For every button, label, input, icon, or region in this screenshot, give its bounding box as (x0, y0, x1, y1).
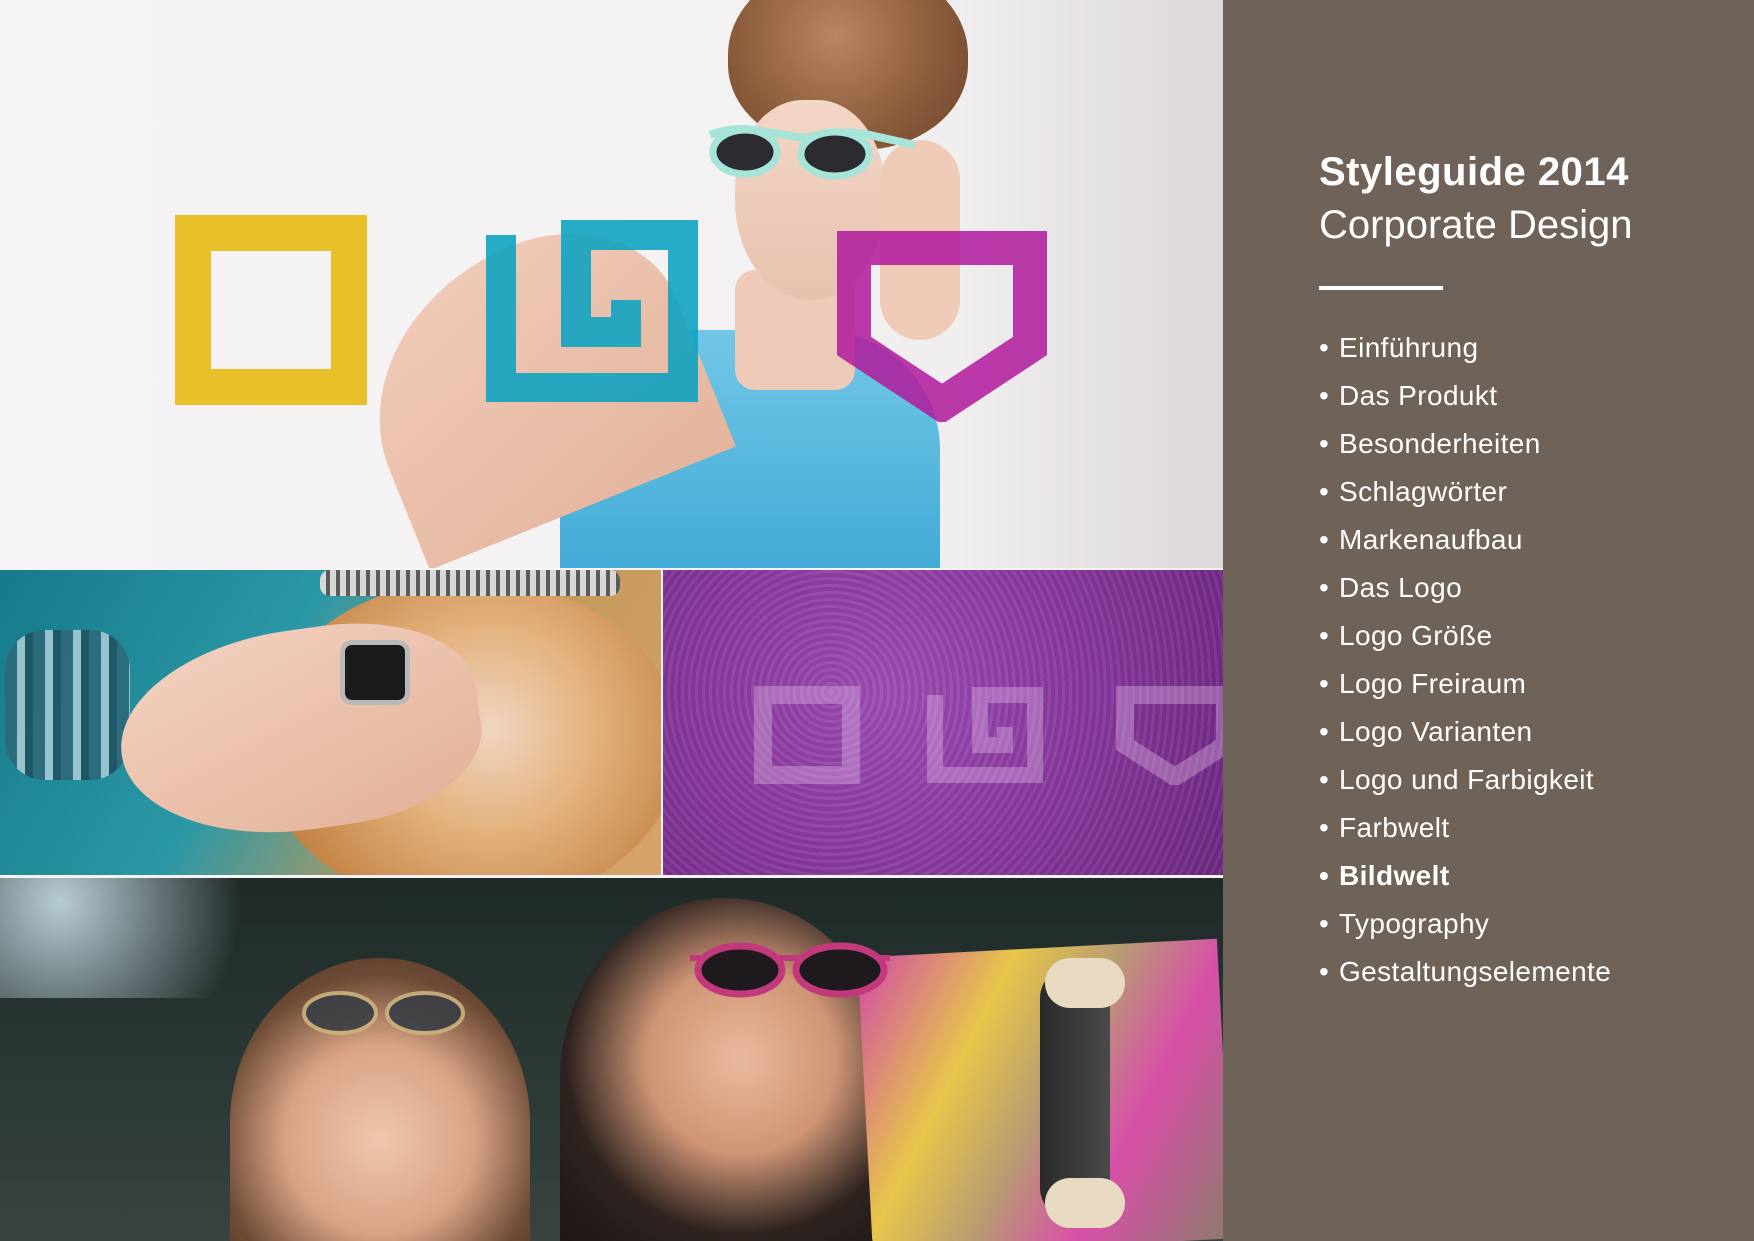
list-item[interactable]: • Das Produkt (1319, 376, 1611, 424)
wheel-icon (1045, 958, 1125, 1008)
list-item[interactable]: • Logo Größe (1319, 616, 1611, 664)
bullet-icon: • (1319, 380, 1330, 411)
logo-g-shape-icon (486, 220, 698, 402)
logo-square-icon (175, 215, 367, 405)
bullet-icon: • (1319, 332, 1330, 363)
bullet-icon: • (1319, 428, 1330, 459)
list-item[interactable]: • Gestaltungselemente (1319, 952, 1611, 1000)
page-subtitle: Corporate Design (1319, 203, 1633, 247)
image-collage (0, 0, 1223, 1241)
list-item[interactable]: • Markenaufbau (1319, 520, 1611, 568)
sunglasses-icon (708, 125, 916, 180)
list-item[interactable]: • Logo und Farbigkeit (1319, 760, 1611, 808)
list-item-label: Einführung (1339, 332, 1479, 363)
list-item[interactable]: • Logo Varianten (1319, 712, 1611, 760)
logo-shield-icon (837, 231, 1047, 422)
bullet-icon: • (1319, 668, 1330, 699)
list-item-label: Logo Freiraum (1339, 668, 1527, 699)
bullet-icon: • (1319, 620, 1330, 651)
list-item-label: Bildwelt (1339, 860, 1450, 891)
bottom-photo (0, 878, 1223, 1241)
list-item-label: Das Produkt (1339, 380, 1498, 411)
list-item[interactable]: • Einführung (1319, 328, 1611, 376)
bullet-icon: • (1319, 476, 1330, 507)
list-item-label: Farbwelt (1339, 812, 1450, 843)
bullet-icon: • (1319, 860, 1330, 891)
bullet-icon: • (1319, 764, 1330, 795)
sunglasses-icon (302, 991, 465, 1035)
list-item[interactable]: • Schlagwörter (1319, 472, 1611, 520)
list-item[interactable]: • Besonderheiten (1319, 424, 1611, 472)
contents-list: • Einführung • Das Produkt • Besonderheiten… (1319, 328, 1611, 1000)
list-item-active[interactable]: • Bildwelt (1319, 856, 1611, 904)
list-item[interactable]: • Typography (1319, 904, 1611, 952)
list-item-label: Logo Größe (1339, 620, 1493, 651)
bullet-icon: • (1319, 812, 1330, 843)
bullet-icon: • (1319, 716, 1330, 747)
list-item-label: Schlagwörter (1339, 476, 1508, 507)
bullet-icon: • (1319, 908, 1330, 939)
page-title: Styleguide 2014 (1319, 150, 1629, 194)
wheel-icon (1045, 1178, 1125, 1228)
hero-photo (0, 0, 1223, 568)
headband-icon (320, 570, 620, 596)
purple-leather (663, 570, 1223, 875)
list-item-label: Das Logo (1339, 572, 1463, 603)
embossed-square-icon (754, 686, 860, 784)
sunglasses-icon (690, 942, 890, 998)
list-item[interactable]: • Das Logo (1319, 568, 1611, 616)
sky-patch (0, 878, 300, 998)
teal-photo (0, 570, 661, 875)
list-item[interactable]: • Farbwelt (1319, 808, 1611, 856)
embossed-g-shape-icon (927, 687, 1043, 783)
bullet-icon: • (1319, 956, 1330, 987)
list-item-label: Logo Varianten (1339, 716, 1533, 747)
embossed-shield-icon (1116, 686, 1223, 785)
table-of-contents-panel: Styleguide 2014 Corporate Design • Einfüh… (1223, 0, 1754, 1241)
divider (1319, 286, 1443, 290)
ring-icon (340, 640, 410, 705)
bullet-icon: • (1319, 524, 1330, 555)
list-item-label: Markenaufbau (1339, 524, 1523, 555)
list-item-label: Besonderheiten (1339, 428, 1541, 459)
list-item-label: Logo und Farbigkeit (1339, 764, 1595, 795)
bullet-icon: • (1319, 572, 1330, 603)
list-item-label: Typography (1339, 908, 1490, 939)
list-item-label: Gestaltungselemente (1339, 956, 1612, 987)
bracelet-icon (5, 630, 130, 780)
list-item[interactable]: • Logo Freiraum (1319, 664, 1611, 712)
